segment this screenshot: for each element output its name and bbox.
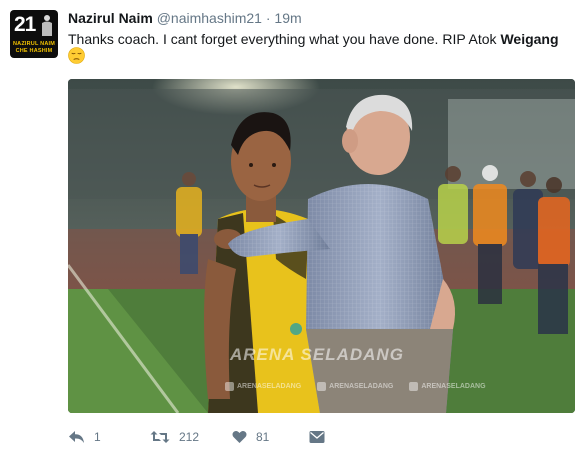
tweet-text-main: Thanks coach. I cant forget everything w… (68, 31, 501, 47)
facebook-icon (225, 382, 234, 391)
reply-count: 1 (94, 430, 101, 444)
avatar-text-line2: CHE HASHIM (15, 48, 53, 54)
twitter-bird-icon (317, 382, 327, 391)
instagram-icon (409, 382, 419, 391)
photo-watermark-links: ARENASELADANG ARENASELADANG ARENASELADAN… (225, 382, 486, 391)
timestamp[interactable]: 19m (274, 10, 301, 26)
tweet-photo[interactable]: ARENA SELADANG ARENASELADANG ARENASELADA… (68, 79, 575, 413)
tweet-text-bold: Weigang (500, 31, 559, 47)
retweet-count: 212 (179, 430, 200, 444)
watermark-instagram-label: ARENASELADANG (421, 383, 486, 390)
watermark-instagram: ARENASELADANG (409, 382, 486, 391)
photo-watermark: ARENA SELADANG (230, 345, 404, 364)
like-count: 81 (256, 430, 270, 444)
separator-dot: · (265, 10, 271, 26)
avatar-player-figure (42, 15, 52, 36)
watermark-twitter-label: ARENASELADANG (329, 383, 394, 390)
heart-icon (232, 430, 247, 443)
avatar-text-line1: NAZIRUL NAIM (12, 41, 56, 47)
direct-message-button[interactable] (309, 428, 325, 446)
tweet-card: 21 NAZIRUL NAIM CHE HASHIM Nazirul Naim … (0, 0, 586, 452)
retweet-button[interactable]: 212 (150, 428, 199, 446)
watermark-facebook-label: ARENASELADANG (237, 383, 302, 390)
pensive-face-icon (68, 47, 85, 64)
tweet-actions: 1 212 81 (68, 428, 574, 446)
avatar[interactable]: 21 NAZIRUL NAIM CHE HASHIM (10, 10, 58, 58)
user-handle[interactable]: @naimhashim21 (157, 10, 262, 26)
watermark-facebook: ARENASELADANG (225, 382, 301, 391)
watermark-twitter: ARENASELADANG (317, 382, 393, 391)
reply-icon (69, 431, 84, 443)
retweet-icon (150, 431, 170, 443)
like-button[interactable]: 81 (232, 428, 269, 446)
tweet-text: Thanks coach. I cant forget everything w… (68, 30, 574, 48)
tweet-header: Nazirul Naim @naimhashim21 · 19m (68, 10, 302, 26)
reply-button[interactable]: 1 (68, 428, 101, 446)
avatar-number: 21 (14, 13, 36, 36)
direct-message-icon (309, 431, 325, 443)
display-name[interactable]: Nazirul Naim (68, 10, 153, 26)
